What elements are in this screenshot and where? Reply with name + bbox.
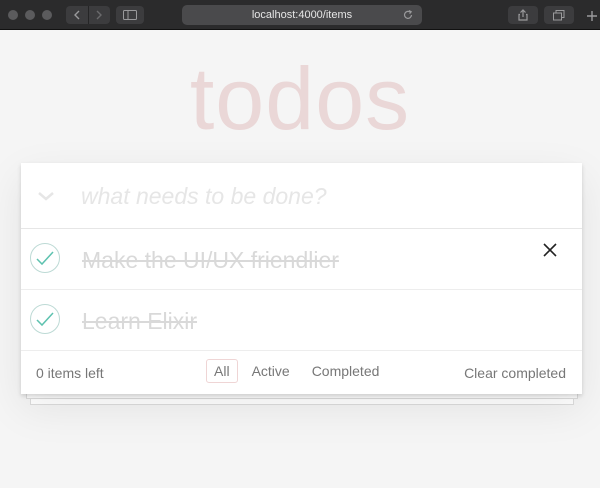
clear-completed-button[interactable]: Clear completed [464, 365, 566, 381]
new-tab-button[interactable] [584, 8, 600, 24]
reload-icon[interactable] [402, 9, 414, 21]
todo-app: Make the UI/UX friendlier Learn Elixir 0… [21, 163, 582, 394]
todo-label[interactable]: Make the UI/UX friendlier [82, 245, 339, 275]
url-text: localhost:4000/items [251, 9, 353, 21]
filter-list: All Active Completed [206, 359, 393, 383]
browser-toolbar: localhost:4000/items [0, 0, 600, 30]
new-todo-input[interactable] [81, 179, 561, 213]
check-icon [36, 251, 54, 266]
address-bar[interactable]: localhost:4000/items [182, 5, 422, 25]
chevron-down-icon [38, 192, 54, 201]
sidebar-icon [123, 10, 137, 20]
chevron-left-icon [73, 10, 80, 20]
todo-footer: 0 items left All Active Completed Clear … [21, 351, 582, 394]
filter-active[interactable]: Active [244, 359, 298, 383]
todo-item: Make the UI/UX friendlier [21, 229, 582, 290]
minimize-window-button[interactable] [25, 10, 35, 20]
share-icon [518, 9, 528, 21]
todo-item: Learn Elixir [21, 290, 582, 351]
plus-icon [587, 11, 597, 21]
filter-all[interactable]: All [206, 359, 238, 383]
page-title: todos [189, 49, 411, 148]
todo-label[interactable]: Learn Elixir [82, 306, 197, 336]
filter-completed[interactable]: Completed [304, 359, 388, 383]
toggle-all-button[interactable] [35, 185, 57, 207]
show-tabs-button[interactable] [544, 6, 574, 24]
delete-todo-button[interactable] [540, 240, 560, 260]
todo-toggle[interactable] [30, 304, 60, 334]
tabs-icon [553, 9, 565, 20]
page-content: todos Make the UI/UX friendlier Learn El… [0, 31, 600, 488]
back-button[interactable] [66, 6, 88, 24]
history-nav [66, 6, 110, 24]
close-icon [543, 243, 557, 257]
todo-toggle[interactable] [30, 243, 60, 273]
zoom-window-button[interactable] [42, 10, 52, 20]
share-button[interactable] [508, 6, 538, 24]
chevron-right-icon [96, 10, 103, 20]
stack-shadow [30, 399, 574, 405]
forward-button[interactable] [89, 6, 111, 24]
close-window-button[interactable] [8, 10, 18, 20]
sidebar-toggle-button[interactable] [116, 6, 144, 24]
items-left-count: 0 items left [36, 365, 104, 381]
new-todo-row [21, 163, 582, 229]
check-icon [36, 312, 54, 327]
